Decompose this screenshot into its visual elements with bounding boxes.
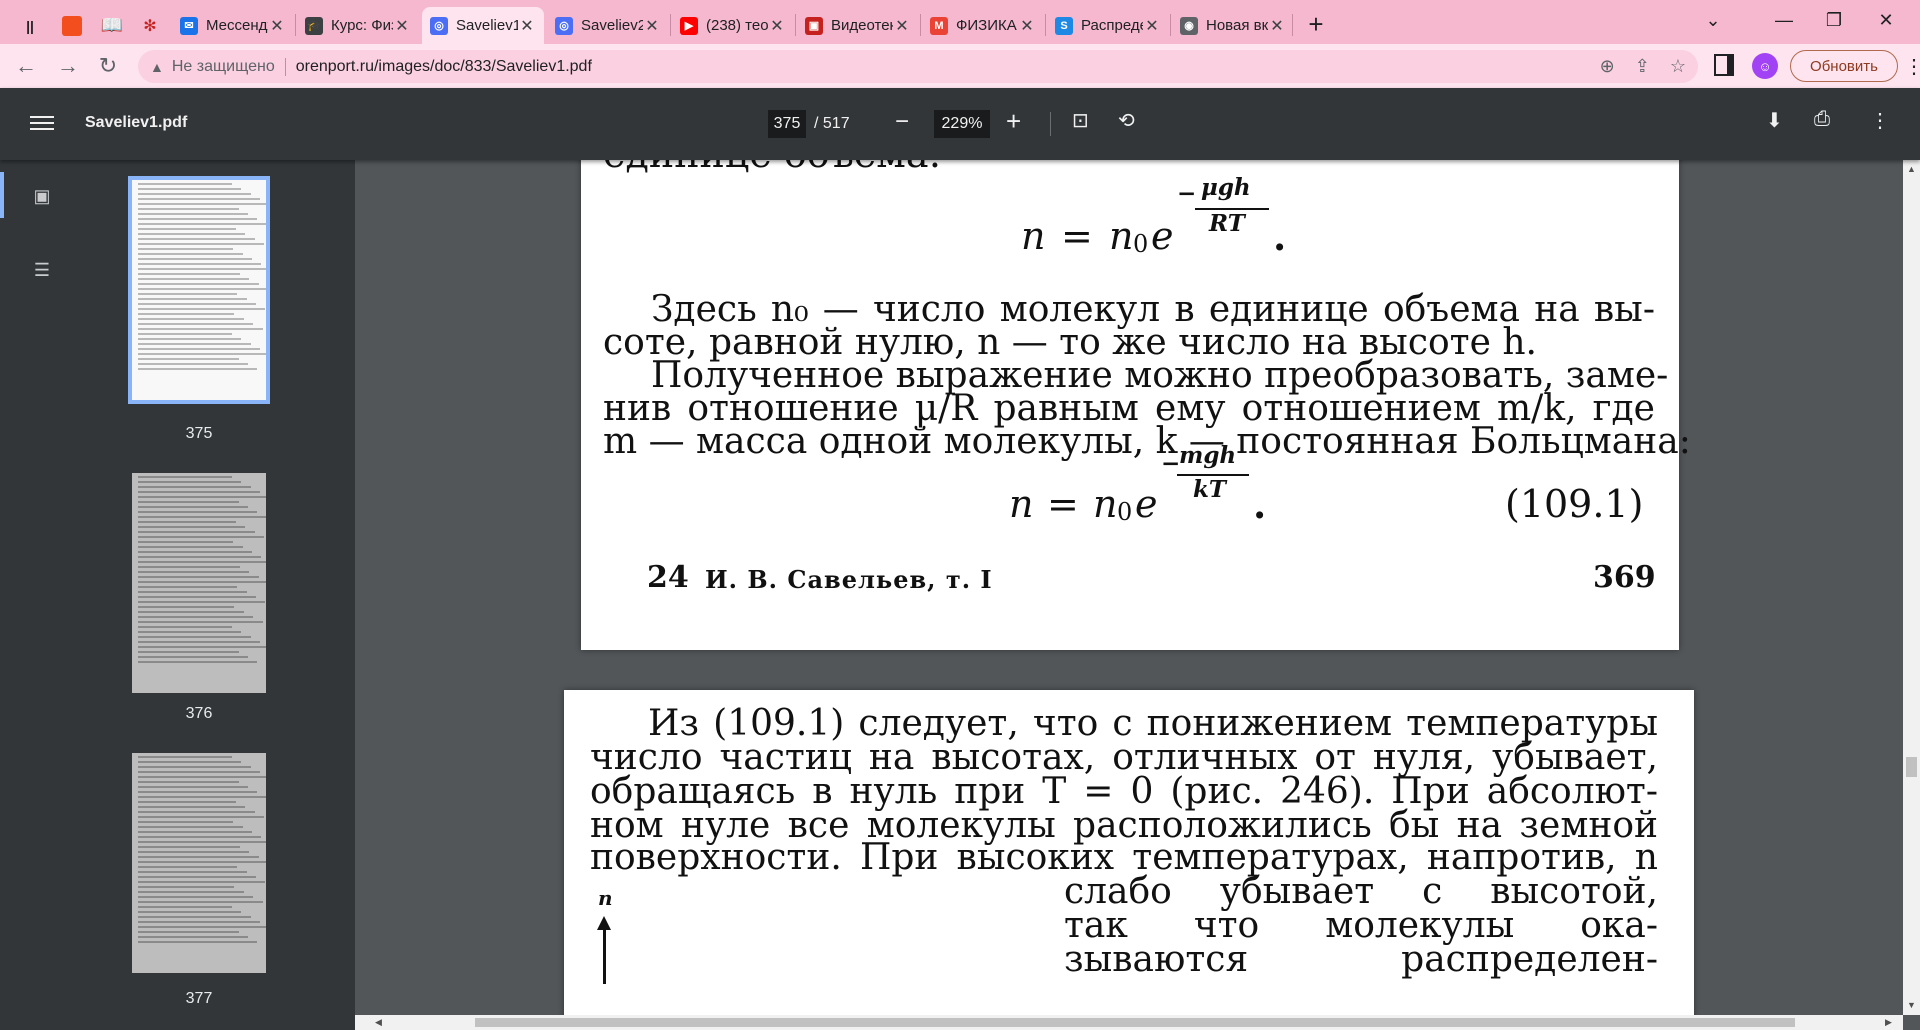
video-library-icon: ▣ — [805, 16, 823, 35]
page-number-input[interactable]: 375 — [768, 110, 806, 138]
thumbnail-sidebar: ▣ ☰ 375 376 377 — [0, 160, 355, 1030]
restore-button[interactable]: ❐ — [1806, 0, 1862, 40]
zoom-input[interactable]: 229% — [934, 110, 990, 138]
security-label: Не защищено — [171, 57, 275, 75]
download-icon[interactable]: ⬇ — [1766, 108, 1783, 133]
warning-icon: ▲ — [150, 58, 164, 75]
thumbnail-label: 375 — [185, 425, 213, 442]
page-total: / 517 — [814, 115, 850, 132]
side-panel-icon[interactable] — [1714, 54, 1734, 76]
chrome-icon: ◉ — [1180, 16, 1198, 35]
pdf-page-376: Из (109.1) следует, что с понижением тем… — [564, 690, 1694, 1015]
tab-title: Saveliev2.p — [581, 17, 643, 34]
back-button[interactable]: ← — [10, 50, 42, 82]
pdf-tab-icon: ◎ — [430, 16, 448, 35]
tab-title: (238) теор — [706, 17, 768, 34]
vertical-scrollbar[interactable]: ▲ ▼ — [1903, 160, 1920, 1015]
rotate-icon[interactable]: ⟲ — [1118, 108, 1135, 133]
update-button[interactable]: Обновить — [1790, 50, 1898, 82]
close-icon[interactable]: ✕ — [1018, 16, 1036, 36]
thumbnail-page-377[interactable] — [132, 753, 266, 973]
close-icon[interactable]: ✕ — [518, 16, 536, 36]
thumbnail-page-376[interactable] — [132, 473, 266, 693]
thumbnails-view-icon[interactable]: ▣ — [28, 182, 56, 210]
tab-title: Видеотека — [831, 17, 893, 34]
more-menu-icon[interactable]: ⋮ — [1904, 54, 1920, 79]
figma-icon — [62, 15, 82, 36]
pdf-toolbar: Saveliev1.pdf 375 / 517 − 229% + ⊡ ⟲ ⬇ ⎙… — [0, 88, 1920, 160]
close-icon[interactable]: ✕ — [1143, 16, 1161, 36]
reload-button[interactable]: ↻ — [92, 50, 124, 82]
messenger-icon: ✉ — [180, 16, 198, 35]
pdf-viewport[interactable]: единице объема: n = n 0 e − μgh RT . Зде… — [355, 160, 1903, 1015]
share-icon[interactable]: ⇪ — [1635, 56, 1650, 77]
close-icon[interactable]: ✕ — [1268, 16, 1286, 36]
menu-icon[interactable] — [30, 112, 54, 136]
thumbnail-page-375[interactable] — [128, 176, 270, 404]
page-text: единице объема: — [603, 160, 941, 174]
browser-tab[interactable]: S Распредел✕ — [1047, 7, 1169, 44]
browser-tab[interactable]: M ФИЗИКА Г✕ — [922, 7, 1044, 44]
zoom-out-icon[interactable]: − — [895, 108, 909, 136]
browser-tab[interactable]: ✉ Мессендж✕ — [172, 7, 294, 44]
page-text: зываются распределен- — [1064, 939, 1658, 980]
tab-title: Курс: Физи — [331, 17, 393, 34]
tab-title: ФИЗИКА Г — [956, 17, 1018, 34]
close-icon[interactable]: ✕ — [768, 16, 786, 36]
tab-title: Saveliev1.p — [456, 17, 518, 34]
book-icon: 📖 — [100, 15, 124, 35]
new-tab-button[interactable]: + — [1300, 8, 1332, 40]
zoom-in-icon[interactable]: + — [1006, 106, 1021, 137]
tab-search-icon[interactable]: ⌄ — [1685, 0, 1741, 40]
minimize-button[interactable]: — — [1756, 0, 1812, 40]
avatar[interactable]: ☺ — [1752, 53, 1778, 79]
close-icon[interactable]: ✕ — [643, 16, 661, 36]
forward-button[interactable]: → — [52, 50, 84, 82]
bookmark-star-icon[interactable]: ☆ — [1670, 56, 1686, 77]
horizontal-scrollbar[interactable]: ◀ ▶ — [355, 1015, 1903, 1030]
browser-tab[interactable]: ▣ Видеотека✕ — [797, 7, 919, 44]
close-icon[interactable]: ✕ — [893, 16, 911, 36]
pdf-tab-icon: ◎ — [555, 16, 573, 35]
browser-tab[interactable]: ◎ Saveliev1.p✕ — [422, 7, 544, 44]
page-text: И. В. Савельев, т. I — [705, 565, 993, 594]
address-bar[interactable]: ▲ Не защищено orenport.ru/images/doc/833… — [138, 50, 1698, 83]
outline-view-icon[interactable]: ☰ — [28, 256, 56, 284]
url-text[interactable]: orenport.ru/images/doc/833/Saveliev1.pdf — [296, 58, 592, 76]
browser-tab[interactable]: ◎ Saveliev2.p✕ — [547, 7, 669, 44]
pdf-filename: Saveliev1.pdf — [85, 114, 188, 131]
fit-page-icon[interactable]: ⊡ — [1072, 108, 1089, 133]
thumbnail-label: 377 — [185, 990, 213, 1007]
close-window-button[interactable]: ✕ — [1858, 0, 1914, 40]
close-icon[interactable]: ✕ — [268, 16, 286, 36]
zoom-icon[interactable]: ⊕ — [1600, 56, 1615, 77]
tab-title: Новая вкл — [1206, 17, 1268, 34]
pause-icon[interactable]: || — [10, 7, 50, 44]
tab-title: Распредел — [1081, 17, 1143, 34]
browser-tab[interactable]: ▶ (238) теор✕ — [672, 7, 794, 44]
app-icon: ✻ — [143, 17, 157, 35]
tab-title: Мессендж — [206, 17, 268, 34]
browser-toolbar: ← → ↻ ▲ Не защищено orenport.ru/images/d… — [0, 44, 1920, 88]
pinned-tab-app[interactable]: ✻ — [130, 7, 170, 44]
thumbnail-label: 376 — [185, 705, 213, 722]
browser-tab[interactable]: ◉ Новая вкл✕ — [1172, 7, 1294, 44]
close-icon[interactable]: ✕ — [393, 16, 411, 36]
graduation-cap-icon: 🎓 — [305, 16, 323, 35]
pinned-tab-figma[interactable] — [52, 7, 92, 44]
page-text: m — масса одной молекулы, k — постоянная… — [603, 421, 1691, 462]
pinned-tab-reader[interactable]: 📖 — [92, 7, 132, 44]
pdf-page-375: единице объема: n = n 0 e − μgh RT . Зде… — [581, 160, 1691, 650]
s-logo-icon: S — [1055, 16, 1073, 35]
pdf-more-icon[interactable]: ⋮ — [1870, 108, 1890, 133]
print-icon[interactable]: ⎙ — [1814, 108, 1830, 131]
browser-tab[interactable]: 🎓 Курс: Физи✕ — [297, 7, 419, 44]
youtube-icon: ▶ — [680, 16, 698, 35]
gmail-icon: M — [930, 16, 948, 35]
page-text: 24 — [647, 560, 689, 595]
page-number: 369 — [1593, 560, 1656, 595]
tab-strip: || 📖 ✻ ✉Мессендж✕🎓Курс: Физи✕◎Saveliev1.… — [0, 0, 1920, 44]
